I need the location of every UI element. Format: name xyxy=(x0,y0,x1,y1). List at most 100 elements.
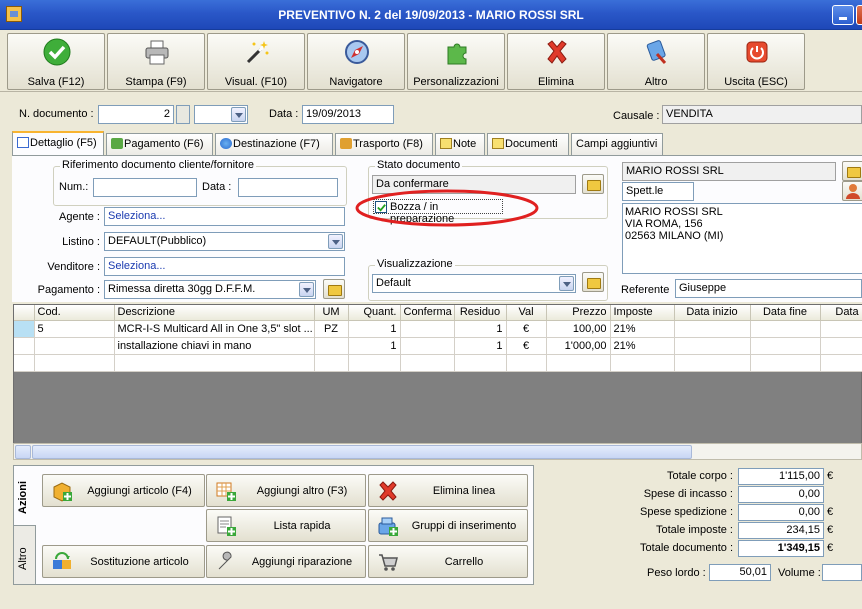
doc-number-spinner[interactable] xyxy=(176,105,190,124)
other-button[interactable]: Altro xyxy=(607,33,705,90)
insert-groups-button[interactable]: Gruppi di inserimento xyxy=(368,509,528,542)
exit-button[interactable]: Uscita (ESC) xyxy=(707,33,805,90)
cell-um[interactable]: PZ xyxy=(314,320,349,338)
agente-field[interactable]: Seleziona... xyxy=(104,207,345,226)
scroll-thumb[interactable] xyxy=(32,445,692,459)
customizations-button[interactable]: Personalizzazioni xyxy=(407,33,505,90)
cell-conferma[interactable] xyxy=(400,320,455,338)
cell-val[interactable]: € xyxy=(506,337,547,355)
column-header[interactable]: Prezzo xyxy=(546,305,611,321)
date-field[interactable]: 19/09/2013 xyxy=(302,105,394,124)
pagamento-folder-button[interactable] xyxy=(323,279,345,299)
save-button[interactable]: Salva (F12) xyxy=(7,33,105,90)
cell-um[interactable] xyxy=(314,337,349,355)
doc-number-field[interactable]: 2 xyxy=(98,105,174,124)
client-folder-button[interactable] xyxy=(842,161,862,181)
ref-num-field[interactable] xyxy=(93,178,197,197)
empty-cell[interactable] xyxy=(546,354,611,372)
cell-imposte[interactable]: 21% xyxy=(610,337,675,355)
cell-cod[interactable]: 5 xyxy=(34,320,115,338)
column-header[interactable]: Data inizio xyxy=(674,305,751,321)
cell-prezzo[interactable]: 1'000,00 xyxy=(546,337,611,355)
quick-list-button[interactable]: Lista rapida xyxy=(206,509,366,542)
pagamento-select[interactable]: Rimessa diretta 30gg D.F.F.M. xyxy=(104,280,316,299)
column-header[interactable]: Imposte xyxy=(610,305,675,321)
tab-documenti[interactable]: Documenti xyxy=(487,133,569,155)
cell-descrizione[interactable]: MCR-I-S Multicard All in One 3,5" slot .… xyxy=(114,320,315,338)
column-header[interactable]: Conferma xyxy=(400,305,455,321)
cell-val[interactable]: € xyxy=(506,320,547,338)
navigator-button[interactable]: Navigatore xyxy=(307,33,405,90)
cell-prezzo[interactable]: 100,00 xyxy=(546,320,611,338)
tab-note[interactable]: Note xyxy=(435,133,485,155)
volume-field[interactable] xyxy=(822,564,862,581)
chevron-down-icon[interactable] xyxy=(328,234,343,249)
tab-pagamento[interactable]: Pagamento (F6) xyxy=(106,133,213,155)
column-header[interactable]: Data xyxy=(820,305,862,321)
row-selector[interactable] xyxy=(14,354,35,372)
column-header[interactable]: UM xyxy=(314,305,349,321)
delete-line-button[interactable]: Elimina linea xyxy=(368,474,528,507)
cell-data-fine[interactable] xyxy=(750,337,821,355)
stato-folder-button[interactable] xyxy=(582,174,604,194)
chevron-down-icon[interactable] xyxy=(559,276,574,291)
delete-button[interactable]: Elimina xyxy=(507,33,605,90)
table-row[interactable]: installazione chiavi in mano 1 1 € 1'000… xyxy=(14,337,862,355)
venditore-field[interactable]: Seleziona... xyxy=(104,257,345,276)
referente-field[interactable]: Giuseppe xyxy=(675,279,862,298)
column-header[interactable]: Cod. xyxy=(34,305,115,321)
add-other-button[interactable]: Aggiungi altro (F3) xyxy=(206,474,366,507)
listino-select[interactable]: DEFAULT(Pubblico) xyxy=(104,232,345,251)
cell-data-inizio[interactable] xyxy=(674,320,751,338)
empty-cell[interactable] xyxy=(114,354,315,372)
spese-incasso-field[interactable]: 0,00 xyxy=(738,486,824,503)
empty-cell[interactable] xyxy=(314,354,349,372)
cell-data-fine[interactable] xyxy=(750,320,821,338)
peso-lordo-field[interactable]: 50,01 xyxy=(709,564,771,581)
column-header[interactable]: Descrizione xyxy=(114,305,315,321)
column-header[interactable]: Data fine xyxy=(750,305,821,321)
column-header[interactable]: Quant. xyxy=(348,305,401,321)
visualizzazione-folder-button[interactable] xyxy=(582,272,604,292)
empty-cell[interactable] xyxy=(750,354,821,372)
empty-cell[interactable] xyxy=(34,354,115,372)
cell-residuo[interactable]: 1 xyxy=(454,320,507,338)
scroll-left-button[interactable] xyxy=(15,445,31,459)
column-header[interactable]: Val xyxy=(506,305,547,321)
table-row-empty[interactable] xyxy=(14,354,862,372)
causale-field[interactable]: VENDITA xyxy=(662,105,862,124)
replace-article-button[interactable]: Sostituzione articolo xyxy=(42,545,205,578)
cell-descrizione[interactable]: installazione chiavi in mano xyxy=(114,337,315,355)
preview-button[interactable]: Visual. (F10) xyxy=(207,33,305,90)
tab-destinazione[interactable]: Destinazione (F7) xyxy=(215,133,333,155)
cell-quant[interactable]: 1 xyxy=(348,320,401,338)
tab-campi-aggiuntivi[interactable]: Campi aggiuntivi xyxy=(571,133,663,155)
ref-date-field[interactable] xyxy=(238,178,338,197)
client-address-box[interactable]: MARIO ROSSI SRL VIA ROMA, 156 02563 MILA… xyxy=(622,203,862,274)
tab-altro[interactable]: Altro xyxy=(14,526,36,584)
close-button[interactable] xyxy=(856,5,862,25)
tab-azioni[interactable]: Azioni xyxy=(14,466,36,526)
cell-data[interactable] xyxy=(820,320,862,338)
empty-cell[interactable] xyxy=(348,354,401,372)
column-header[interactable]: Residuo xyxy=(454,305,507,321)
empty-cell[interactable] xyxy=(610,354,675,372)
spese-spedizione-field[interactable]: 0,00 xyxy=(738,504,824,521)
cell-conferma[interactable] xyxy=(400,337,455,355)
minimize-button[interactable] xyxy=(832,5,854,25)
empty-cell[interactable] xyxy=(400,354,455,372)
cell-residuo[interactable]: 1 xyxy=(454,337,507,355)
visualizzazione-select[interactable]: Default xyxy=(372,274,576,293)
empty-cell[interactable] xyxy=(506,354,547,372)
horizontal-scrollbar[interactable] xyxy=(13,443,862,460)
print-button[interactable]: Stampa (F9) xyxy=(107,33,205,90)
empty-cell[interactable] xyxy=(674,354,751,372)
row-selector[interactable] xyxy=(14,320,35,338)
tab-trasporto[interactable]: Trasporto (F8) xyxy=(335,133,433,155)
empty-cell[interactable] xyxy=(454,354,507,372)
chevron-down-icon[interactable] xyxy=(299,282,314,297)
add-repair-button[interactable]: Aggiungi riparazione xyxy=(206,545,366,578)
salutation-field[interactable]: Spett.le xyxy=(622,182,694,201)
table-row[interactable]: 5 MCR-I-S Multicard All in One 3,5" slot… xyxy=(14,320,862,338)
cell-data[interactable] xyxy=(820,337,862,355)
